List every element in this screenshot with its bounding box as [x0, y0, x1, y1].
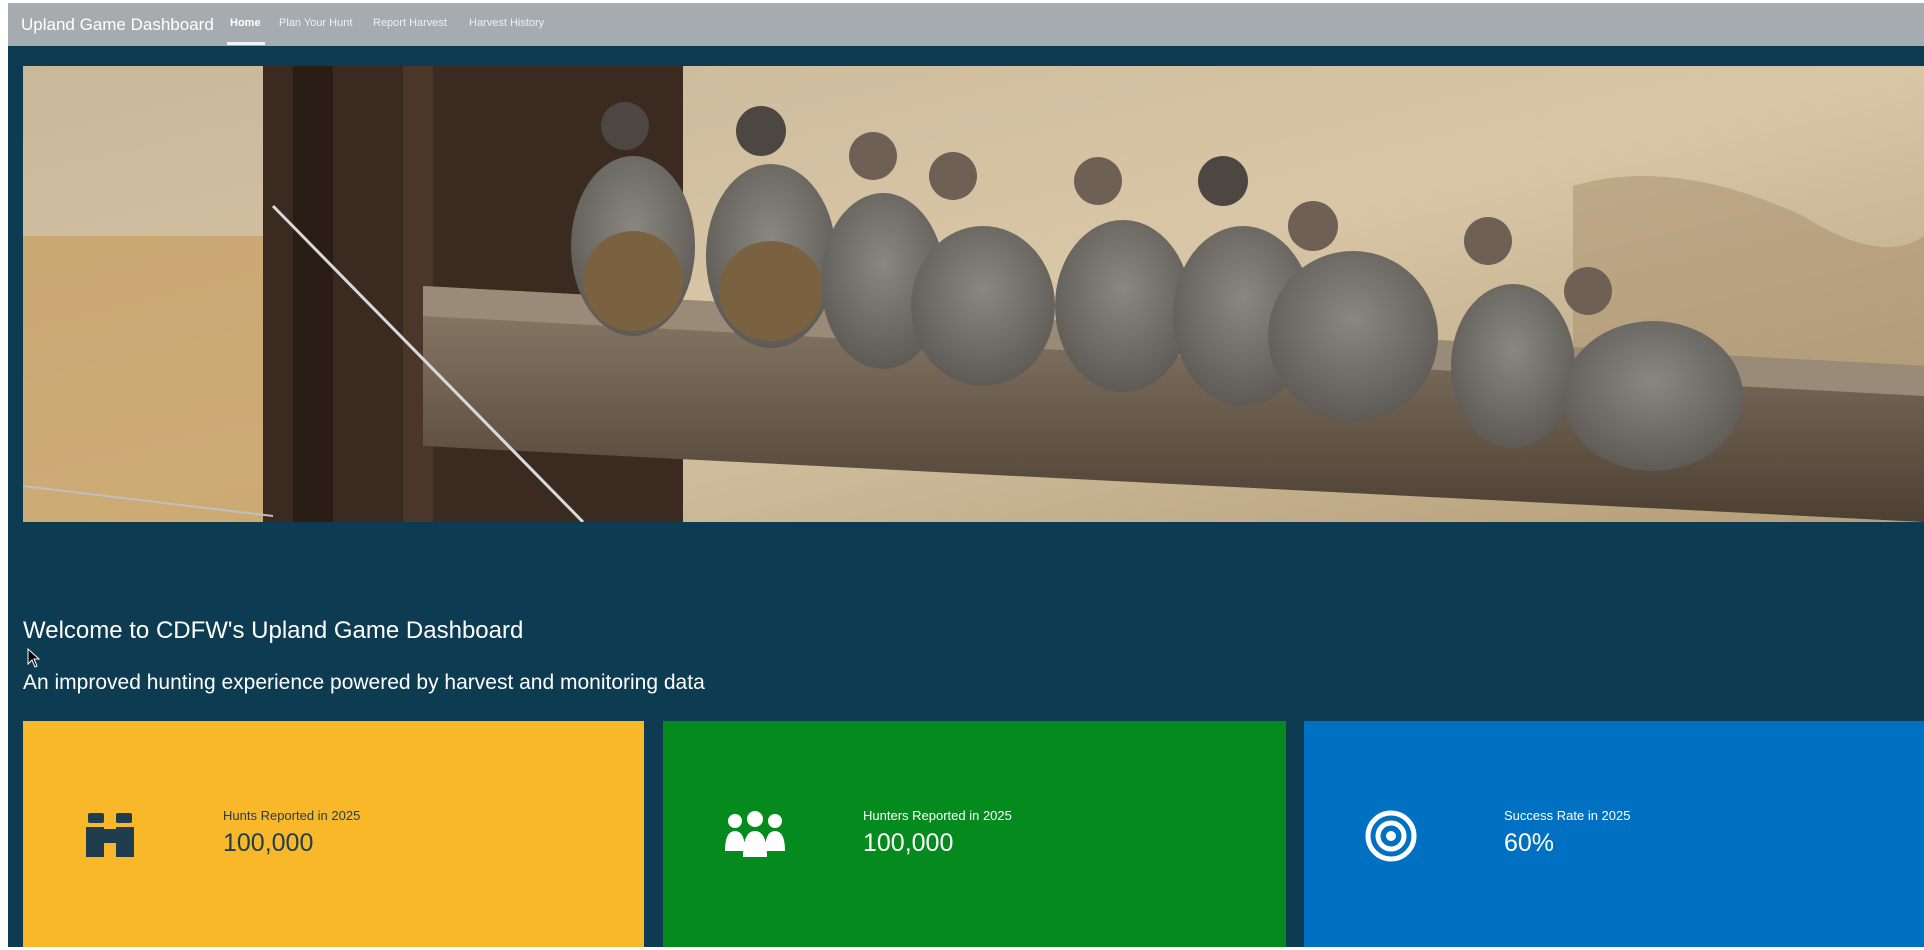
quail-on-fence-photo: [23, 66, 1924, 522]
card-label: Hunters Reported in 2025: [863, 808, 1012, 823]
users-icon: [725, 811, 785, 857]
card-label: Hunts Reported in 2025: [223, 808, 361, 823]
nav-plan-your-hunt[interactable]: Plan Your Hunt: [279, 17, 352, 29]
app-frame: Upland Game Dashboard Home Plan Your Hun…: [8, 3, 1924, 947]
nav-home[interactable]: Home: [230, 17, 261, 29]
hunters-reported-card: Hunters Reported in 2025 100,000: [663, 721, 1286, 947]
mouse-cursor-icon: [27, 648, 41, 668]
card-value: 100,000: [863, 829, 954, 857]
hero-banner-image: [23, 66, 1924, 522]
page-title: Welcome to CDFW's Upland Game Dashboard: [23, 617, 524, 644]
top-navbar: Upland Game Dashboard Home Plan Your Hun…: [8, 3, 1924, 46]
card-value: 60%: [1504, 829, 1555, 857]
hunts-reported-card: Hunts Reported in 2025 100,000: [23, 721, 644, 947]
active-tab-indicator: [227, 42, 265, 45]
binoculars-icon: [86, 813, 134, 857]
page-subtitle: An improved hunting experience powered b…: [23, 671, 705, 694]
nav-harvest-history[interactable]: Harvest History: [469, 17, 544, 29]
nav-report-harvest[interactable]: Report Harvest: [373, 17, 447, 29]
brand-title[interactable]: Upland Game Dashboard: [21, 15, 214, 35]
card-label: Success Rate in 2025: [1504, 808, 1631, 823]
success-rate-card: Success Rate in 2025 60%: [1304, 721, 1924, 947]
card-value: 100,000: [223, 829, 314, 857]
target-icon: [1365, 810, 1417, 862]
